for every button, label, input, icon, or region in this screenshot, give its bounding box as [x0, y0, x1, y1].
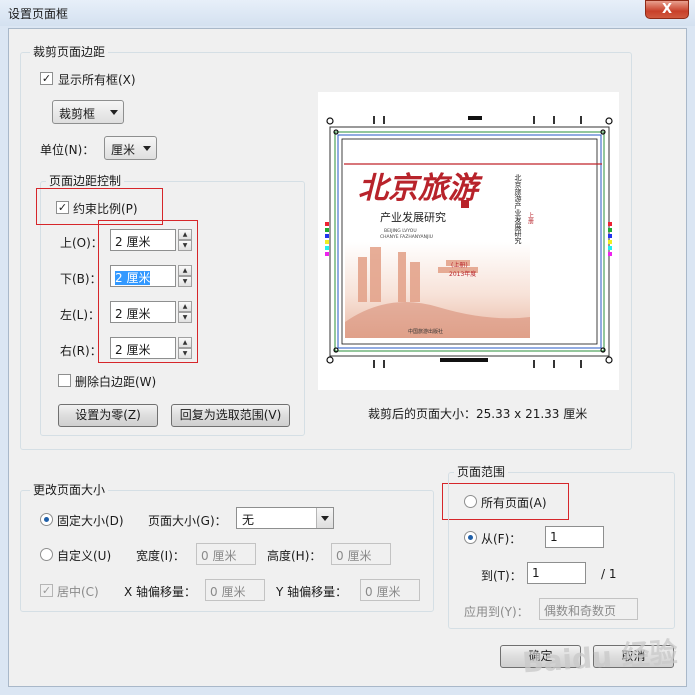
- unit-select[interactable]: 厘米: [104, 136, 157, 160]
- x-offset-input[interactable]: 0 厘米: [205, 579, 265, 601]
- right-margin-label: 右(R)：: [60, 344, 102, 358]
- all-pages-radio[interactable]: [464, 495, 477, 508]
- apply-to-select[interactable]: 偶数和奇数页: [539, 598, 638, 620]
- cover-year: 2013年度: [449, 270, 476, 278]
- page-size-select[interactable]: 无: [236, 507, 334, 529]
- total-pages: / 1: [601, 567, 617, 581]
- revert-button[interactable]: 回复为选取范围(V): [171, 404, 290, 427]
- close-button[interactable]: X: [645, 0, 689, 19]
- cover-publisher: 中国旅游出版社: [408, 328, 443, 335]
- fixed-size-label: 固定大小(D): [57, 514, 124, 528]
- center-label: 居中(C): [57, 585, 99, 599]
- book-cover-preview: 北京旅游 产业发展研究 BEIJING LVYOU CHANYE FAZHANY…: [325, 116, 613, 368]
- to-label: 到(T)：: [481, 569, 522, 583]
- apply-to-label: 应用到(Y)：: [464, 605, 529, 619]
- from-input[interactable]: 1: [545, 526, 604, 548]
- page-size-title: 更改页面大小: [30, 481, 109, 498]
- y-offset-label: Y 轴偏移量：: [276, 585, 348, 599]
- cover-pinyin: BEIJING LVYOU: [384, 228, 417, 234]
- all-pages-label: 所有页面(A): [481, 496, 547, 510]
- cover-pinyin: CHANYE FAZHANYANJIU: [380, 234, 433, 240]
- spine-title: 北京旅游产业发展研究: [514, 174, 522, 245]
- height-input[interactable]: 0 厘米: [331, 543, 391, 565]
- page-size-select-label: 页面大小(G)：: [148, 514, 227, 528]
- title-bar: [0, 0, 695, 26]
- remove-white-checkbox[interactable]: [58, 374, 71, 387]
- show-all-boxes-label: 显示所有框(X): [58, 73, 136, 87]
- custom-size-label: 自定义(U): [57, 549, 112, 563]
- x-offset-label: X 轴偏移量：: [124, 585, 197, 599]
- from-label: 从(F)：: [481, 532, 522, 546]
- bottom-margin-label: 下(B)：: [60, 272, 102, 286]
- chevron-down-icon: [110, 110, 118, 115]
- custom-size-radio[interactable]: [40, 548, 53, 561]
- chevron-down-icon: [143, 146, 151, 151]
- box-type-select[interactable]: 裁剪框: [52, 100, 124, 124]
- page-preview: 北京旅游 产业发展研究 BEIJING LVYOU CHANYE FAZHANY…: [318, 92, 619, 390]
- unit-label: 单位(N)：: [40, 143, 95, 157]
- annotation-box: [98, 220, 198, 363]
- width-label: 宽度(I)：: [136, 549, 185, 563]
- set-zero-button[interactable]: 设置为零(Z): [58, 404, 158, 427]
- remove-white-label: 删除白边距(W): [75, 375, 157, 389]
- crop-margins-title: 裁剪页面边距: [30, 43, 109, 60]
- chevron-down-icon: [316, 508, 333, 528]
- page-size-value: 无: [242, 513, 255, 527]
- window-title: 设置页面框: [8, 7, 69, 21]
- spine-volume: 上册: [527, 211, 534, 225]
- cropped-size-label: 裁剪后的页面大小：25.33 x 21.33 厘米: [368, 407, 588, 421]
- top-margin-label: 上(O)：: [60, 236, 103, 250]
- cover-volume: (上册): [451, 261, 468, 269]
- fixed-size-radio[interactable]: [40, 513, 53, 526]
- height-label: 高度(H)：: [267, 549, 322, 563]
- center-checkbox[interactable]: ✓: [40, 584, 53, 597]
- from-radio[interactable]: [464, 531, 477, 544]
- unit-value: 厘米: [111, 143, 136, 157]
- cover-subtitle: 产业发展研究: [380, 210, 446, 224]
- y-offset-input[interactable]: 0 厘米: [360, 579, 420, 601]
- apply-to-value: 偶数和奇数页: [544, 604, 617, 618]
- box-type-value: 裁剪框: [59, 107, 96, 121]
- left-margin-label: 左(L)：: [60, 308, 101, 322]
- width-input[interactable]: 0 厘米: [196, 543, 256, 565]
- show-all-boxes-checkbox[interactable]: ✓: [40, 72, 53, 85]
- margin-control-title: 页面边距控制: [46, 172, 125, 189]
- to-input[interactable]: 1: [527, 562, 586, 584]
- page-range-title: 页面范围: [454, 463, 509, 480]
